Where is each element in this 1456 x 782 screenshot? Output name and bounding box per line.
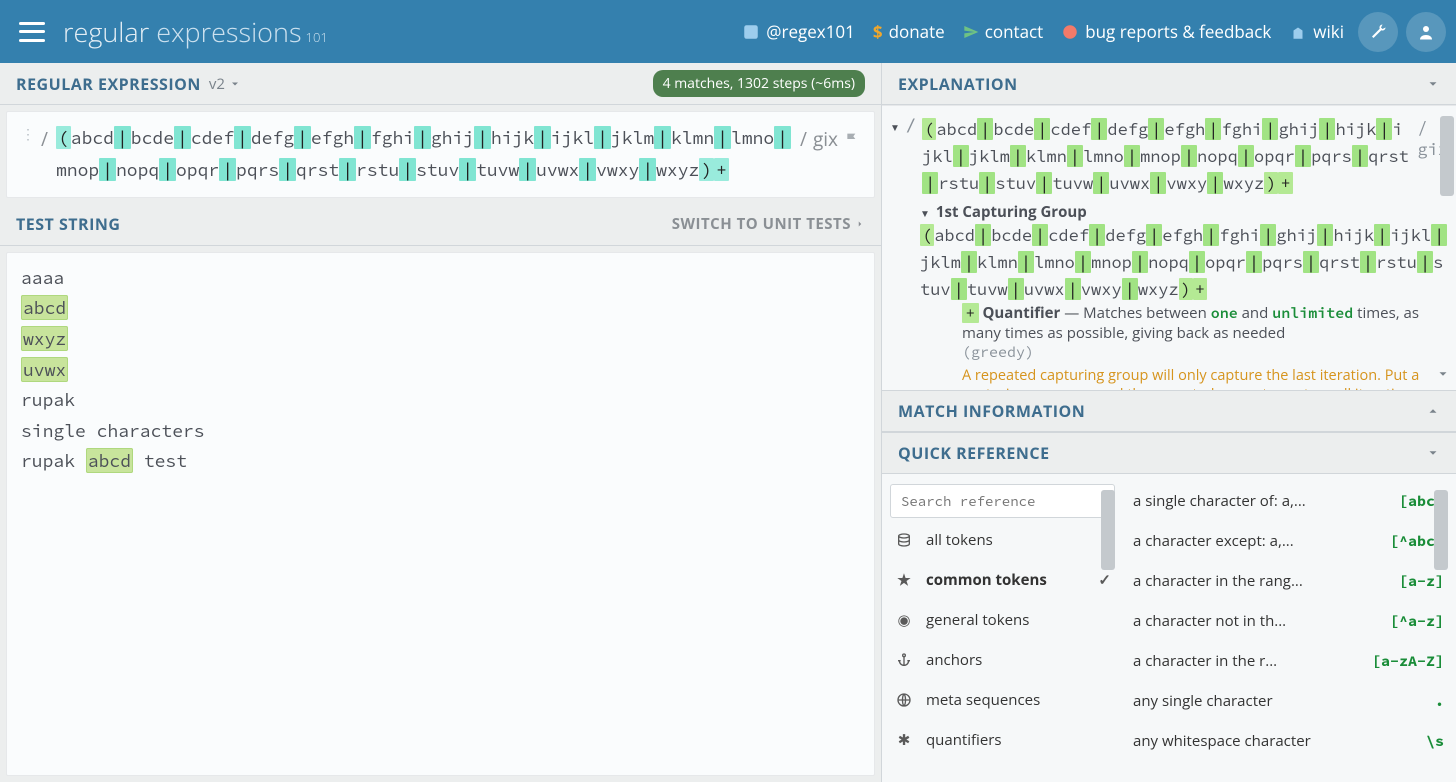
match-highlight: abcd <box>21 295 68 320</box>
category-scrollbar[interactable] <box>1101 484 1115 772</box>
reference-item[interactable]: any whitespace character\s <box>1129 724 1448 758</box>
explanation-group-pattern: (abcd|bcde|cdef|defg|efgh|fghi|ghij|hijk… <box>920 222 1448 304</box>
hamburger-button[interactable] <box>0 0 63 63</box>
chevron-down-icon <box>1426 446 1440 460</box>
dollar-icon: $ <box>873 20 883 43</box>
chevron-up-icon <box>1426 404 1440 418</box>
chevron-down-icon <box>1426 77 1440 91</box>
category-common-tokens[interactable]: ★ common tokens ✓ <box>890 562 1115 598</box>
logo-sub: 101 <box>306 28 328 46</box>
category-general-tokens[interactable]: ◉ general tokens <box>890 602 1115 638</box>
donate-link[interactable]: $ donate <box>873 20 945 43</box>
category-meta-sequences[interactable]: meta sequences <box>890 682 1115 718</box>
collapse-match-info[interactable] <box>1426 404 1440 418</box>
toggle-root[interactable]: ▼ <box>890 120 900 134</box>
category-all-tokens[interactable]: all tokens <box>890 522 1115 558</box>
logo-text-a: regular <box>63 13 149 50</box>
wiki-link[interactable]: wiki <box>1289 20 1344 43</box>
regex-input[interactable]: ⋮ / (abcd|bcde|cdef|defg|efgh|fghi|ghij|… <box>6 111 875 198</box>
reference-item[interactable]: a character in the rang...[a-z] <box>1129 564 1448 598</box>
user-icon <box>1417 23 1435 41</box>
reference-scrollbar[interactable] <box>1434 484 1448 772</box>
drag-handle-icon[interactable]: ⋮ <box>21 122 35 147</box>
match-highlight: wxyz <box>21 326 68 351</box>
target-icon: ◉ <box>894 610 914 630</box>
quantifier-label: Quantifier <box>982 303 1060 323</box>
logo[interactable]: regular expressions 101 <box>63 13 328 50</box>
toggle-group[interactable]: ▼ <box>920 206 930 220</box>
globe-icon <box>894 692 914 708</box>
flag-icon <box>844 131 860 147</box>
regex-content[interactable]: (abcd|bcde|cdef|defg|efgh|fghi|ghij|hijk… <box>48 122 800 187</box>
regex-section-title: REGULAR EXPRESSION <box>16 73 201 95</box>
regex-flags[interactable]: / gix <box>800 122 860 156</box>
stack-icon <box>894 532 914 548</box>
contact-link[interactable]: contact <box>963 20 1044 43</box>
quick-ref-title: QUICK REFERENCE <box>898 442 1050 464</box>
bugs-link[interactable]: bug reports & feedback <box>1061 20 1271 43</box>
match-highlight: uvwx <box>21 357 68 382</box>
reference-item[interactable]: a character except: a,...[^abc] <box>1129 524 1448 558</box>
category-quantifiers[interactable]: ✱ quantifiers <box>890 722 1115 758</box>
collapse-explanation[interactable] <box>1426 77 1440 91</box>
twitter-icon <box>742 23 760 41</box>
reference-item[interactable]: a character in the r...[a-zA-Z] <box>1129 644 1448 678</box>
group-title: 1st Capturing Group <box>936 202 1087 222</box>
paper-plane-icon <box>963 24 979 40</box>
collapse-quick-ref[interactable] <box>1426 446 1440 460</box>
logo-text-b: expressions <box>149 13 301 50</box>
scroll-down-button[interactable] <box>1436 366 1450 386</box>
wiki-icon <box>1289 23 1307 41</box>
chevron-down-icon <box>229 78 241 90</box>
explanation-pattern: (abcd|bcde|cdef|defg|efgh|fghi|ghij|hijk… <box>922 116 1411 198</box>
twitter-link[interactable]: @regex101 <box>742 20 855 43</box>
settings-button[interactable] <box>1358 12 1398 52</box>
match-summary-badge: 4 matches, 1302 steps (~6ms) <box>653 70 865 97</box>
asterisk-icon: ✱ <box>894 730 914 750</box>
match-info-title: MATCH INFORMATION <box>898 400 1085 422</box>
wrench-icon <box>1369 23 1387 41</box>
star-icon: ★ <box>894 570 914 590</box>
version-selector[interactable]: v2 <box>209 74 241 94</box>
match-highlight: abcd <box>86 448 133 473</box>
user-button[interactable] <box>1406 12 1446 52</box>
anchor-icon <box>894 652 914 668</box>
test-input[interactable]: aaaa abcd wxyz uvwx rupak single charact… <box>6 252 875 776</box>
chevron-down-icon <box>1436 367 1450 381</box>
delim-open: / <box>906 116 916 136</box>
reference-item[interactable]: a character not in th...[^a-z] <box>1129 604 1448 638</box>
switch-tests-button[interactable]: SWITCH TO UNIT TESTS <box>672 214 865 234</box>
github-icon <box>1061 23 1079 41</box>
search-reference-input[interactable] <box>890 484 1115 518</box>
delim-open: / <box>41 122 48 156</box>
warning-text: A repeated capturing group will only cap… <box>962 366 1448 390</box>
chevron-right-icon <box>855 217 865 231</box>
quantifier-token: + <box>962 303 979 323</box>
explanation-scrollbar[interactable] <box>1440 116 1454 196</box>
reference-item[interactable]: a single character of: a,...[abc] <box>1129 484 1448 518</box>
test-section-title: TEST STRING <box>16 213 121 235</box>
reference-item[interactable]: any single character. <box>1129 684 1448 718</box>
explanation-title: EXPLANATION <box>898 73 1018 95</box>
hamburger-icon <box>19 22 45 42</box>
category-anchors[interactable]: anchors <box>890 642 1115 678</box>
